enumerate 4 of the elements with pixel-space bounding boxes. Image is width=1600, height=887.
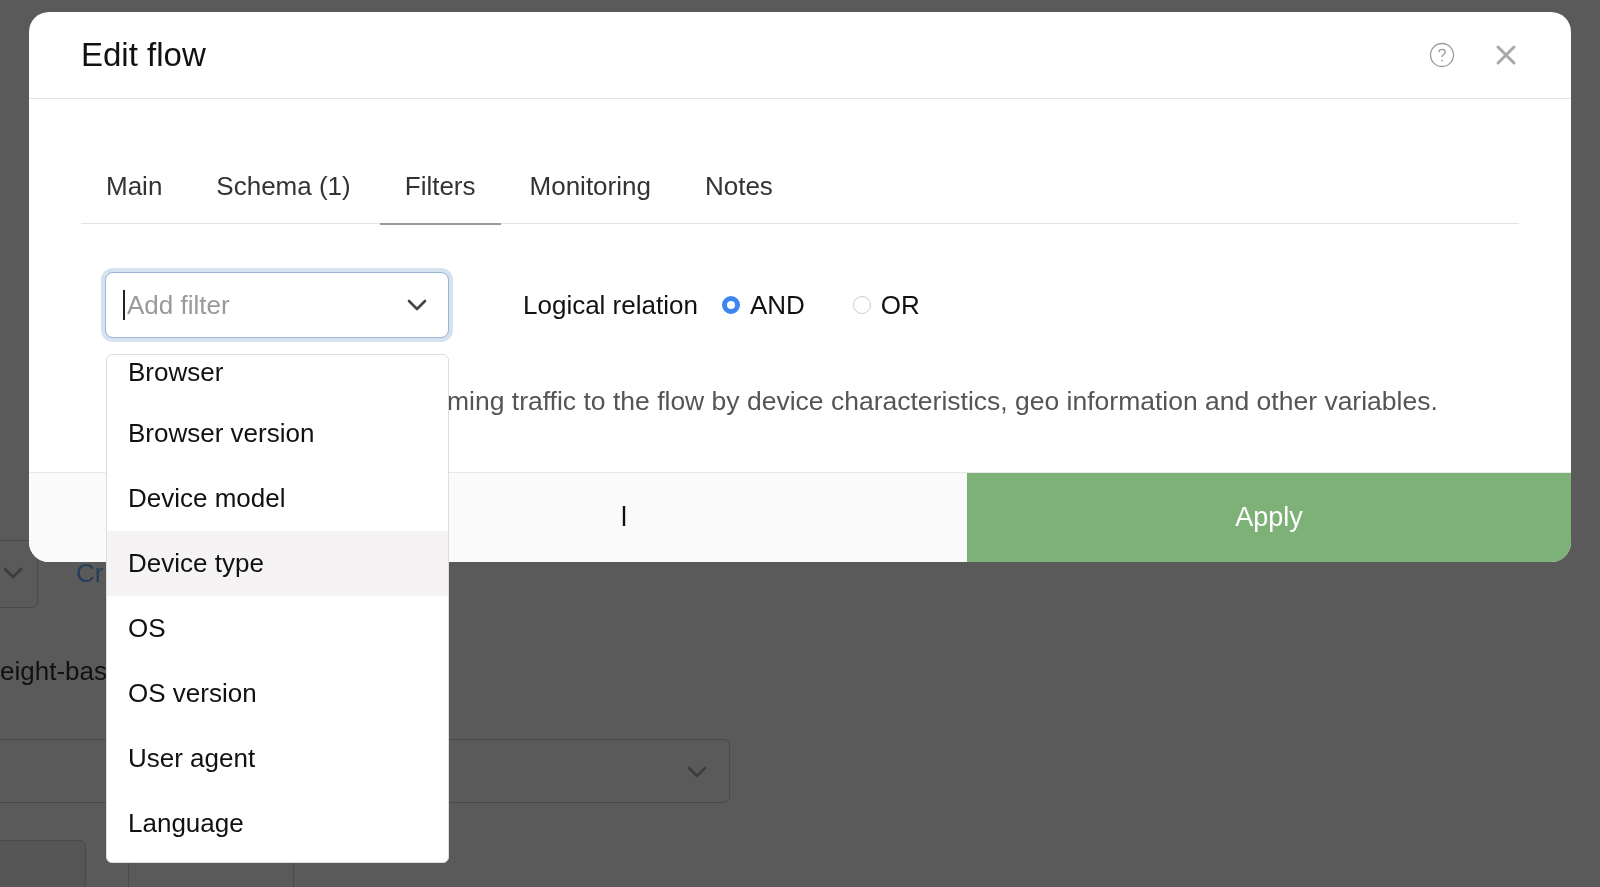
description-text: ming traffic to the flow by device characteristics, geo information and other variables. [447, 386, 1439, 417]
field-label: eight-bas [0, 656, 107, 687]
field-label: Logical relation [523, 289, 698, 321]
dialog-title: Edit flow [81, 36, 207, 74]
